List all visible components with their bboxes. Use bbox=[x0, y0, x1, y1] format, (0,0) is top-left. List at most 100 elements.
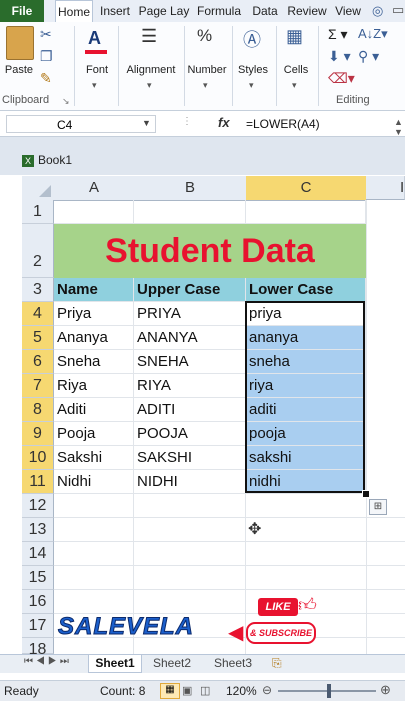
table-cell[interactable]: Aditi bbox=[54, 398, 134, 422]
table-cell[interactable]: Pooja bbox=[54, 422, 134, 446]
tab-home[interactable]: Home bbox=[55, 0, 93, 24]
zoom-slider-thumb[interactable] bbox=[327, 684, 331, 698]
column-header-a[interactable]: A bbox=[54, 176, 135, 201]
cell[interactable] bbox=[134, 200, 246, 224]
column-header-d[interactable]: I bbox=[366, 176, 405, 200]
formula-input[interactable]: =LOWER(A4) bbox=[246, 117, 320, 131]
row-header[interactable]: 13 bbox=[22, 518, 54, 542]
table-cell[interactable]: PRIYA bbox=[134, 302, 246, 326]
cell[interactable] bbox=[246, 200, 366, 224]
table-cell[interactable]: Sakshi bbox=[54, 446, 134, 470]
styles-button[interactable]: Styles bbox=[234, 64, 272, 76]
name-box-dropdown-icon[interactable]: ▼ bbox=[142, 118, 151, 128]
worksheet-grid[interactable]: A B C I 1 2 3 4 5 6 7 8 9 10 11 12 13 14… bbox=[22, 176, 405, 654]
sheet-title-cell[interactable]: Student Data bbox=[54, 224, 366, 279]
row-header[interactable]: 9 bbox=[22, 422, 54, 446]
find-select-icon[interactable]: ⚲ ▾ bbox=[358, 48, 379, 65]
column-header-b[interactable]: B bbox=[134, 176, 247, 201]
fx-icon[interactable]: fx bbox=[218, 115, 230, 130]
row-header[interactable]: 3 bbox=[22, 278, 54, 302]
header-cell-name[interactable]: Name bbox=[54, 278, 134, 302]
row-header[interactable]: 18 bbox=[22, 638, 54, 654]
table-cell[interactable]: ANANYA bbox=[134, 326, 246, 350]
font-icon[interactable]: A bbox=[88, 28, 101, 49]
sheet-tab-2[interactable]: Sheet2 bbox=[146, 655, 198, 672]
name-box[interactable]: C4 bbox=[6, 115, 156, 133]
help-icon[interactable]: ◎ bbox=[372, 3, 383, 19]
table-cell[interactable]: Priya bbox=[54, 302, 134, 326]
row-header[interactable]: 7 bbox=[22, 374, 54, 398]
zoom-out-icon[interactable]: ⊖ bbox=[262, 683, 272, 697]
sheet-tab-3[interactable]: Sheet3 bbox=[206, 655, 260, 672]
tab-review[interactable]: Review bbox=[286, 0, 328, 22]
cut-icon[interactable]: ✂ bbox=[40, 26, 52, 43]
row-header[interactable]: 17 bbox=[22, 614, 54, 638]
header-cell-lower[interactable]: Lower Case bbox=[246, 278, 366, 302]
like-badge: LIKE bbox=[258, 598, 298, 616]
tab-view[interactable]: View bbox=[332, 0, 364, 22]
expand-formula-icon[interactable]: ▲ ▼ bbox=[394, 117, 403, 137]
table-cell[interactable]: Riya bbox=[54, 374, 134, 398]
row-header[interactable]: 15 bbox=[22, 566, 54, 590]
styles-icon[interactable]: Ⓐ bbox=[243, 26, 261, 52]
fill-icon[interactable]: ⬇ ▾ bbox=[328, 48, 351, 65]
row-header[interactable]: 6 bbox=[22, 350, 54, 374]
row-header[interactable]: 1 bbox=[22, 200, 54, 224]
table-cell[interactable]: POOJA bbox=[134, 422, 246, 446]
alignment-button[interactable]: Alignment bbox=[122, 64, 180, 76]
paste-button[interactable]: Paste bbox=[2, 64, 36, 76]
autosum-icon[interactable]: Σ ▾ bbox=[328, 26, 348, 43]
row-header[interactable]: 12 bbox=[22, 494, 54, 518]
page-layout-view-icon[interactable]: ▣ bbox=[182, 684, 192, 697]
format-painter-icon[interactable]: ✎ bbox=[40, 70, 52, 87]
select-all-corner[interactable] bbox=[22, 176, 55, 201]
paste-icon[interactable] bbox=[6, 26, 34, 60]
percent-icon[interactable]: % bbox=[197, 26, 212, 46]
fill-handle[interactable] bbox=[362, 490, 370, 498]
row-header[interactable]: 16 bbox=[22, 590, 54, 614]
zoom-level[interactable]: 120% bbox=[226, 684, 257, 698]
table-cell[interactable]: NIDHI bbox=[134, 470, 246, 494]
table-cell[interactable]: SNEHA bbox=[134, 350, 246, 374]
table-cell[interactable]: SAKSHI bbox=[134, 446, 246, 470]
alignment-icon[interactable]: ☰ bbox=[141, 26, 157, 47]
column-header-c[interactable]: C bbox=[246, 176, 367, 201]
row-header[interactable]: 4 bbox=[22, 302, 54, 326]
tab-insert[interactable]: Insert bbox=[96, 0, 134, 22]
tab-data[interactable]: Data bbox=[248, 0, 282, 22]
table-cell[interactable]: Nidhi bbox=[54, 470, 134, 494]
tab-page-layout[interactable]: Page Lay bbox=[138, 0, 190, 22]
zoom-in-icon[interactable]: ⊕ bbox=[380, 682, 391, 698]
cells-button[interactable]: Cells bbox=[278, 64, 314, 76]
number-button[interactable]: Number bbox=[186, 64, 228, 76]
table-cell[interactable]: Sneha bbox=[54, 350, 134, 374]
cells-dropdown-icon: ▾ bbox=[292, 80, 297, 90]
normal-view-icon[interactable]: ▦ bbox=[160, 683, 180, 699]
cells-icon[interactable]: ▦ bbox=[286, 26, 303, 47]
table-cell[interactable]: Ananya bbox=[54, 326, 134, 350]
row-header[interactable]: 14 bbox=[22, 542, 54, 566]
formula-bar-splitter-icon[interactable]: ⋮ bbox=[182, 116, 192, 127]
page-break-view-icon[interactable]: ◫ bbox=[200, 684, 210, 697]
row-header[interactable]: 5 bbox=[22, 326, 54, 350]
sheet-nav-icon[interactable]: ⏮◀▶⏭ bbox=[24, 656, 72, 667]
insert-sheet-icon[interactable]: ⎘ bbox=[272, 656, 282, 671]
font-button[interactable]: Font bbox=[80, 64, 114, 76]
table-cell[interactable]: ADITI bbox=[134, 398, 246, 422]
row-header[interactable]: 2 bbox=[22, 224, 54, 278]
row-header[interactable]: 10 bbox=[22, 446, 54, 470]
sort-filter-icon[interactable]: A↓Z▾ bbox=[358, 26, 388, 42]
cell[interactable] bbox=[54, 200, 134, 224]
tab-file[interactable]: File bbox=[0, 0, 44, 22]
table-cell[interactable]: RIYA bbox=[134, 374, 246, 398]
autofill-options-icon[interactable]: ⊞ bbox=[369, 499, 387, 515]
header-cell-upper[interactable]: Upper Case bbox=[134, 278, 246, 302]
copy-icon[interactable]: ❐ bbox=[40, 48, 53, 65]
sheet-tab-1[interactable]: Sheet1 bbox=[88, 655, 142, 673]
clipboard-launcher-icon[interactable]: ↘ bbox=[62, 96, 70, 107]
tab-formulas[interactable]: Formula bbox=[194, 0, 244, 22]
clear-icon[interactable]: ⌫▾ bbox=[328, 70, 355, 87]
row-header[interactable]: 8 bbox=[22, 398, 54, 422]
row-header[interactable]: 11 bbox=[22, 470, 54, 494]
minimize-ribbon-icon[interactable]: ▭ bbox=[392, 2, 404, 18]
